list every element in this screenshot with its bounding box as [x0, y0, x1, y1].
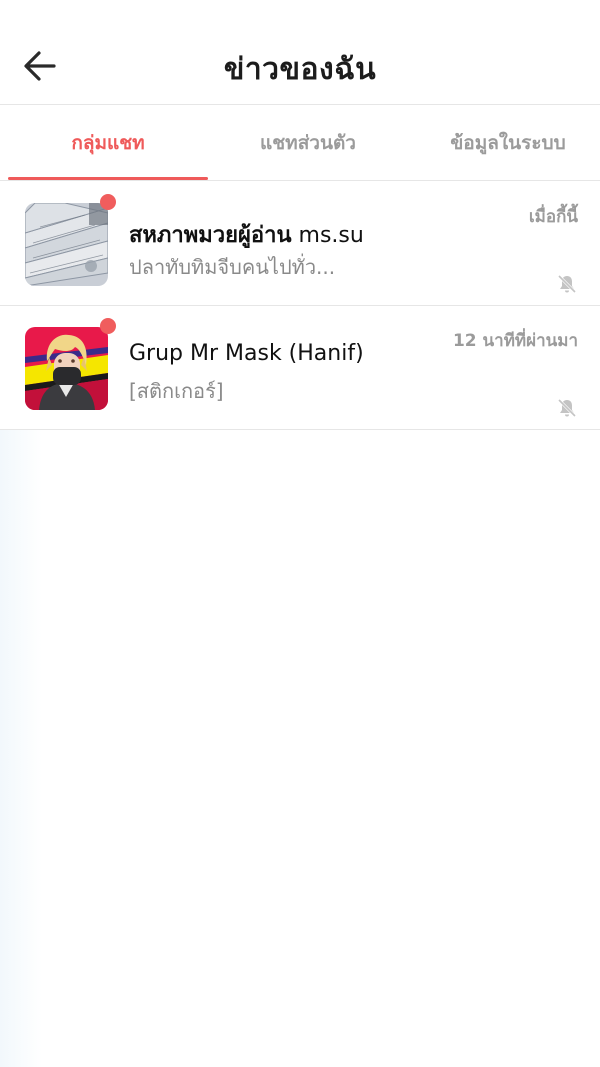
- chat-name: สหภาพมวยผู้อ่าน ms.su: [129, 217, 364, 252]
- edge-shade: [0, 430, 42, 1067]
- unread-dot: [100, 194, 116, 210]
- bell-muted-icon: [557, 398, 577, 418]
- chat-time: 12 นาทีที่ผ่านมา: [452, 331, 578, 351]
- chat-name-rest: ms.su: [291, 223, 364, 248]
- chat-name-rest: Grup Mr Mask (Hanif): [129, 341, 364, 366]
- chat-name: Grup Mr Mask (Hanif): [129, 341, 364, 366]
- tab-private-chat[interactable]: แชทส่วนตัว: [208, 105, 408, 181]
- tab-system-info[interactable]: ข้อมูลในระบบ: [408, 105, 600, 181]
- chat-preview: [สติกเกอร์]: [129, 379, 224, 403]
- chat-time: เมื่อกี้นี้: [528, 207, 578, 227]
- unread-dot: [100, 318, 116, 334]
- chat-avatar: [25, 327, 108, 410]
- chat-list-item[interactable]: Grup Mr Mask (Hanif) [สติกเกอร์] 12 นาที…: [0, 305, 600, 430]
- tab-bar: กลุ่มแชท แชทส่วนตัว ข้อมูลในระบบ: [0, 105, 600, 181]
- page-title: ข่าวของฉัน: [223, 52, 377, 87]
- app-header: ข่าวของฉัน: [0, 0, 600, 105]
- active-tab-indicator: [8, 177, 208, 180]
- chat-preview: ปลาทับทิมจีบคนไปทั่ว...: [129, 255, 336, 279]
- chat-avatar: [25, 203, 108, 286]
- chat-list-item[interactable]: สหภาพมวยผู้อ่าน ms.su ปลาทับทิมจีบคนไปทั…: [0, 181, 600, 306]
- bell-muted-icon: [557, 274, 577, 294]
- tab-group-chat[interactable]: กลุ่มแชท: [8, 105, 208, 181]
- banknotes-fan-image: [25, 203, 108, 286]
- masked-anime-character-image: [25, 327, 108, 410]
- chat-name-bold: สหภาพมวยผู้อ่าน: [129, 223, 292, 248]
